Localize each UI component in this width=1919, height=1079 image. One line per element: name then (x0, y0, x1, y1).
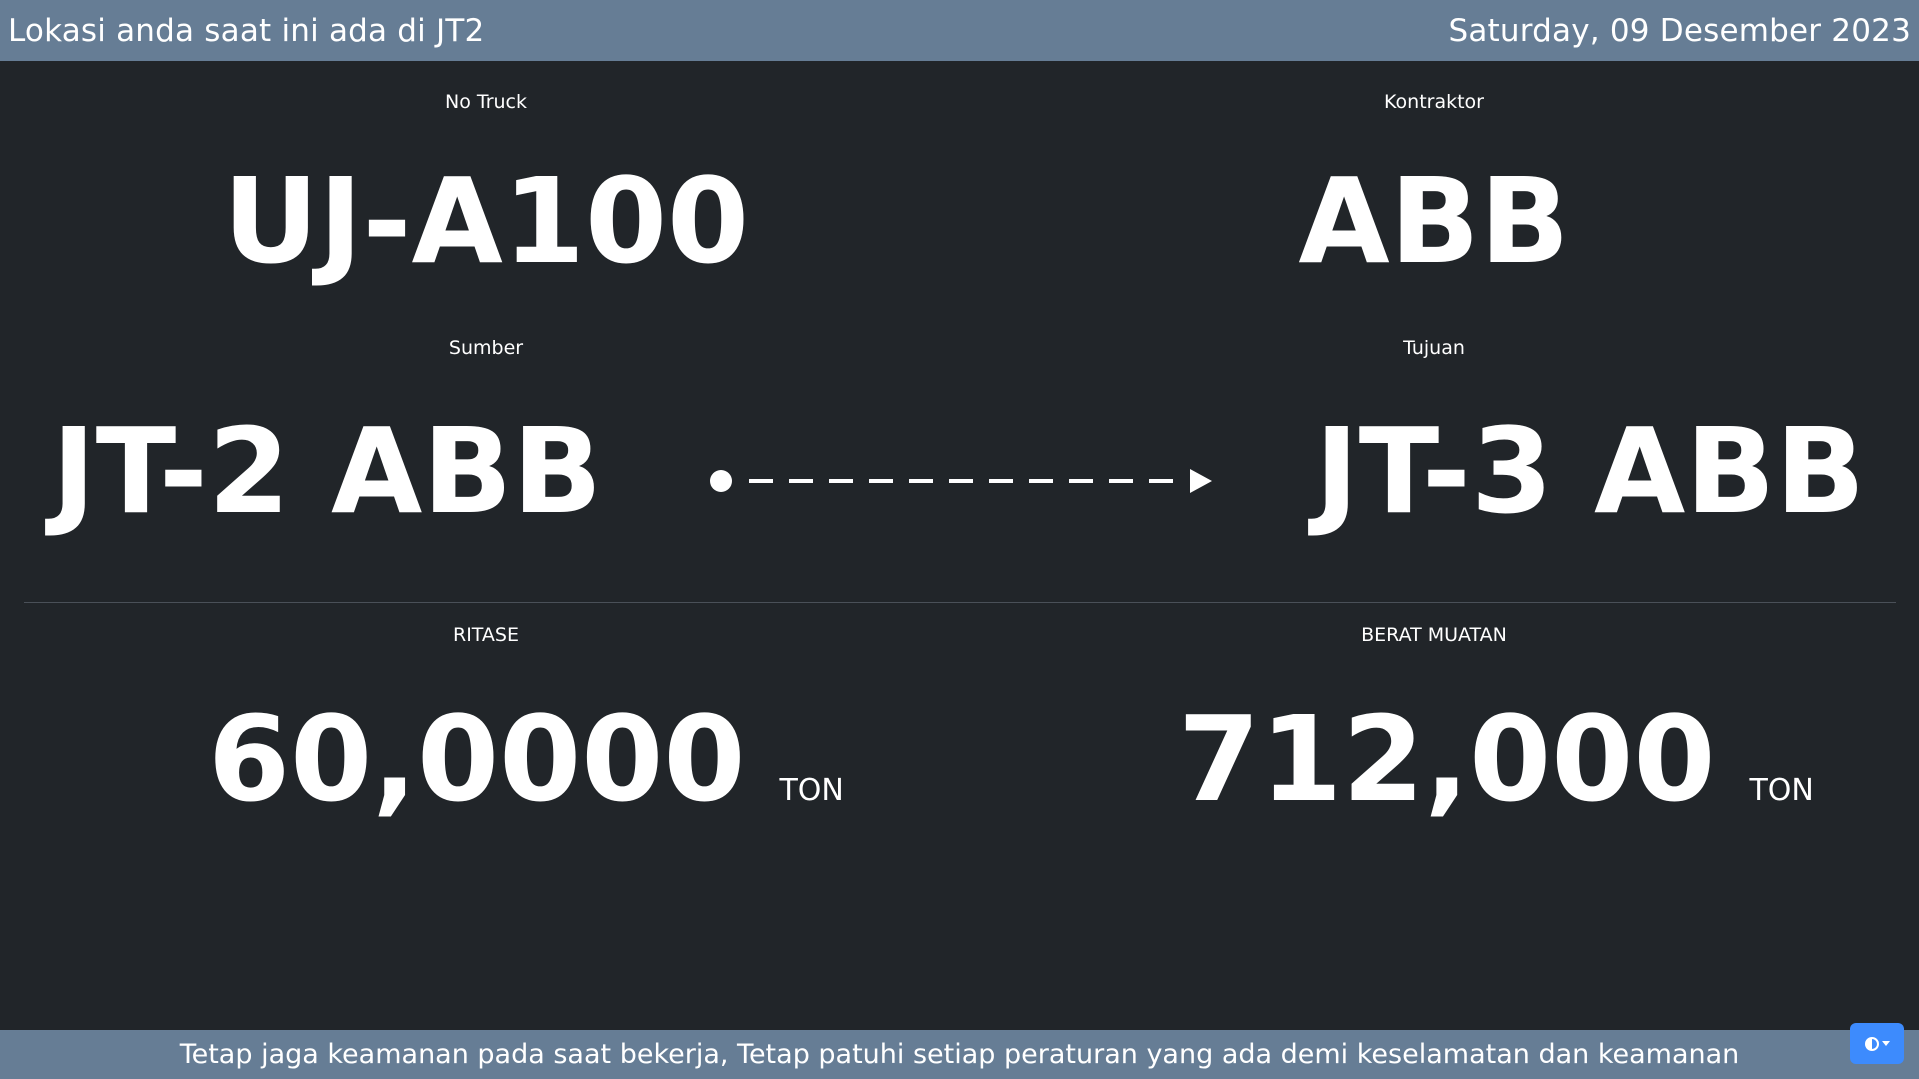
dashed-arrow-icon (710, 469, 1212, 493)
header-bar: Lokasi anda saat ini ada di JT2 Saturday… (0, 0, 1919, 61)
berat-muatan-value: 712,000 (1178, 690, 1716, 828)
contractor-name: ABB (1298, 152, 1570, 290)
date-text: Saturday, 09 Desember 2023 (1448, 12, 1911, 49)
theme-toggle-button[interactable] (1850, 1023, 1904, 1064)
chevron-down-icon (1881, 1041, 1890, 1046)
safety-message: Tetap jaga keamanan pada saat bekerja, T… (179, 1039, 1740, 1070)
footer-bar: Tetap jaga keamanan pada saat bekerja, T… (0, 1030, 1919, 1079)
route-start-dot (710, 470, 732, 492)
section-divider (24, 602, 1896, 603)
contrast-icon (1864, 1036, 1879, 1051)
berat-muatan-label: BERAT MUATAN (1361, 624, 1507, 646)
ritase-label: RITASE (453, 624, 519, 646)
berat-muatan-metric: 712,000 TON (1178, 700, 1814, 818)
location-text: Lokasi anda saat ini ada di JT2 (8, 12, 485, 49)
route-arrowhead (1190, 469, 1212, 493)
ritase-unit: TON (779, 773, 844, 808)
truck-label: No Truck (445, 91, 527, 113)
destination-label: Tujuan (1403, 337, 1465, 359)
berat-muatan-unit: TON (1749, 773, 1814, 808)
source-label: Sumber (448, 337, 524, 359)
destination-value: JT-3 ABB (1314, 402, 1866, 540)
contractor-label: Kontraktor (1384, 91, 1484, 113)
source-value: JT-2 ABB (51, 402, 603, 540)
ritase-value: 60,0000 (208, 690, 746, 828)
ritase-metric: 60,0000 TON (208, 700, 844, 818)
truck-number: UJ-A100 (222, 152, 750, 290)
